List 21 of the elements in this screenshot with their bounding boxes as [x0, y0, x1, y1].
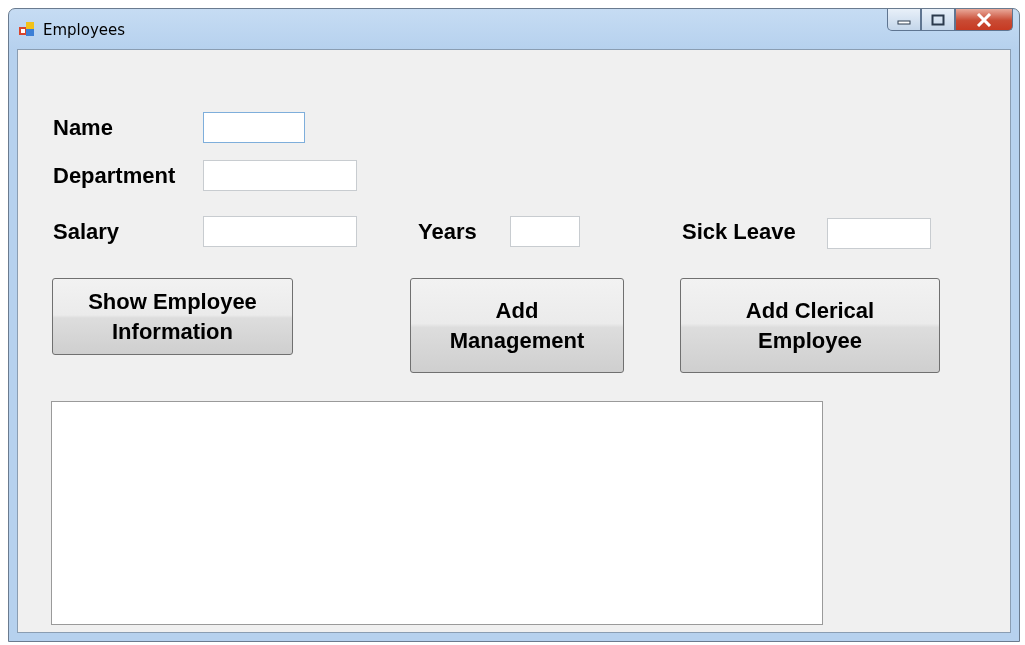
field-label: Department [53, 162, 177, 189]
field-label: Name [53, 114, 114, 141]
maximize-icon [931, 13, 945, 26]
field-label: Years [418, 218, 478, 245]
text-field[interactable] [203, 160, 357, 191]
window-title: Employees [43, 21, 126, 39]
close-icon [976, 12, 992, 27]
output-box[interactable] [51, 401, 823, 625]
field-label: Sick Leave [682, 218, 797, 245]
action-button[interactable]: Add Clerical Employee [680, 278, 940, 373]
text-field[interactable] [203, 112, 305, 143]
field-label: Salary [53, 218, 121, 245]
text-field[interactable] [827, 218, 931, 249]
action-button[interactable]: Add Management [410, 278, 624, 373]
text-field[interactable] [203, 216, 357, 247]
maximize-button[interactable] [921, 9, 955, 31]
app-icon [19, 21, 35, 37]
minimize-button[interactable] [887, 9, 921, 31]
text-field[interactable] [510, 216, 580, 247]
close-button[interactable] [955, 9, 1013, 31]
action-button[interactable]: Show Employee Information [52, 278, 293, 355]
